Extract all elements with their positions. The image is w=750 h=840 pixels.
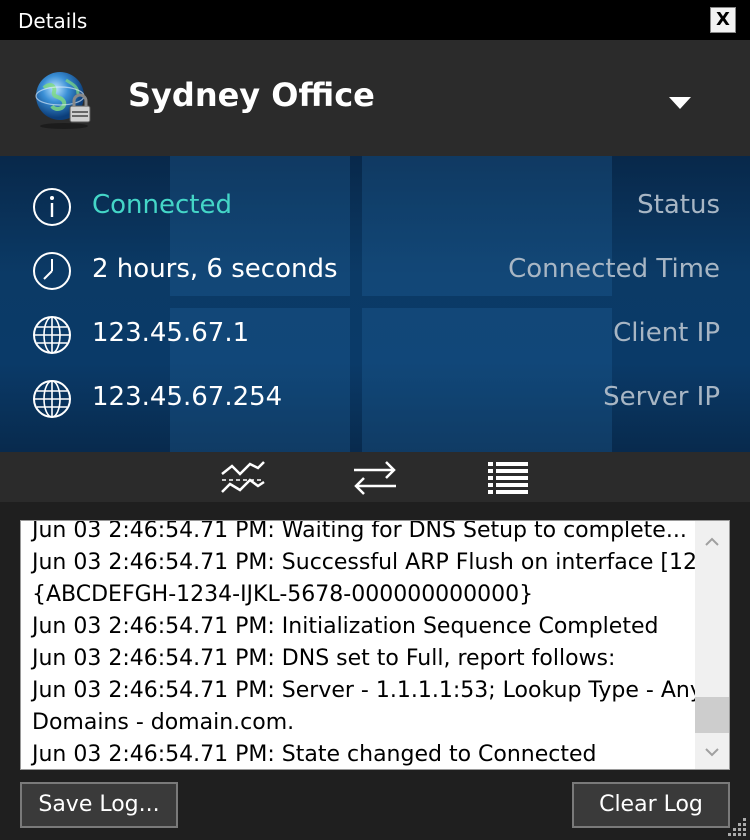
profile-name: Sydney Office	[128, 76, 375, 114]
log-textbox[interactable]: Jun 03 2:46:54.71 PM: Waiting for DNS Se…	[20, 520, 730, 770]
title-bar: Details X	[0, 0, 750, 40]
scroll-thumb[interactable]	[695, 697, 729, 733]
clock-icon	[33, 252, 71, 290]
status-label: Status	[637, 190, 720, 220]
log-scrollbar[interactable]	[695, 521, 729, 769]
close-button[interactable]: X	[710, 7, 736, 33]
log-lines: Jun 03 2:46:54.71 PM: Waiting for DNS Se…	[32, 520, 720, 769]
status-panel: Connected Status 2 hours, 6 seconds Conn…	[0, 156, 750, 452]
resize-grip-icon[interactable]	[726, 816, 748, 838]
vpn-globe-logo-icon	[35, 72, 91, 129]
chevron-down-icon[interactable]	[668, 96, 692, 110]
graph-icon[interactable]	[220, 458, 266, 496]
log-list-icon[interactable]	[486, 458, 532, 496]
server-ip-value: 123.45.67.254	[92, 382, 283, 412]
view-toolbar	[0, 452, 750, 502]
log-line: Jun 03 2:46:54.71 PM: Successful ARP Flu…	[32, 550, 720, 575]
client-ip-label: Client IP	[613, 318, 720, 348]
window-title: Details	[18, 9, 88, 33]
connected-time-label: Connected Time	[508, 254, 720, 284]
log-line: Domains - domain.com.	[32, 710, 295, 735]
clear-log-button[interactable]: Clear Log	[572, 782, 730, 828]
log-line: Jun 03 2:46:54.71 PM: Server - 1.1.1.1:5…	[32, 678, 711, 703]
client-ip-value: 123.45.67.1	[92, 318, 250, 348]
globe-icon	[33, 380, 71, 418]
client-ip-row: 123.45.67.1 Client IP	[0, 303, 750, 367]
status-row: Connected Status	[0, 175, 750, 239]
status-value: Connected	[92, 190, 233, 220]
connected-time-value: 2 hours, 6 seconds	[92, 254, 338, 284]
log-line: {ABCDEFGH-1234-IJKL-5678-000000000000}	[32, 582, 534, 607]
info-icon	[33, 188, 71, 226]
log-line: Jun 03 2:46:54.71 PM: State changed to C…	[32, 742, 597, 767]
log-line: Jun 03 2:46:54.71 PM: DNS set to Full, r…	[32, 646, 616, 671]
scroll-down-arrow-icon[interactable]	[703, 743, 721, 761]
scroll-up-arrow-icon[interactable]	[703, 533, 721, 551]
log-line: Jun 03 2:46:54.71 PM: Waiting for DNS Se…	[32, 520, 687, 543]
server-ip-row: 123.45.67.254 Server IP	[0, 367, 750, 431]
save-log-button[interactable]: Save Log...	[20, 782, 178, 828]
connected-time-row: 2 hours, 6 seconds Connected Time	[0, 239, 750, 303]
transfer-icon[interactable]	[352, 458, 398, 496]
log-line: Jun 03 2:46:54.71 PM: Initialization Seq…	[32, 614, 659, 639]
globe-icon	[33, 316, 71, 354]
server-ip-label: Server IP	[603, 382, 720, 412]
profile-header: Sydney Office	[0, 40, 750, 156]
